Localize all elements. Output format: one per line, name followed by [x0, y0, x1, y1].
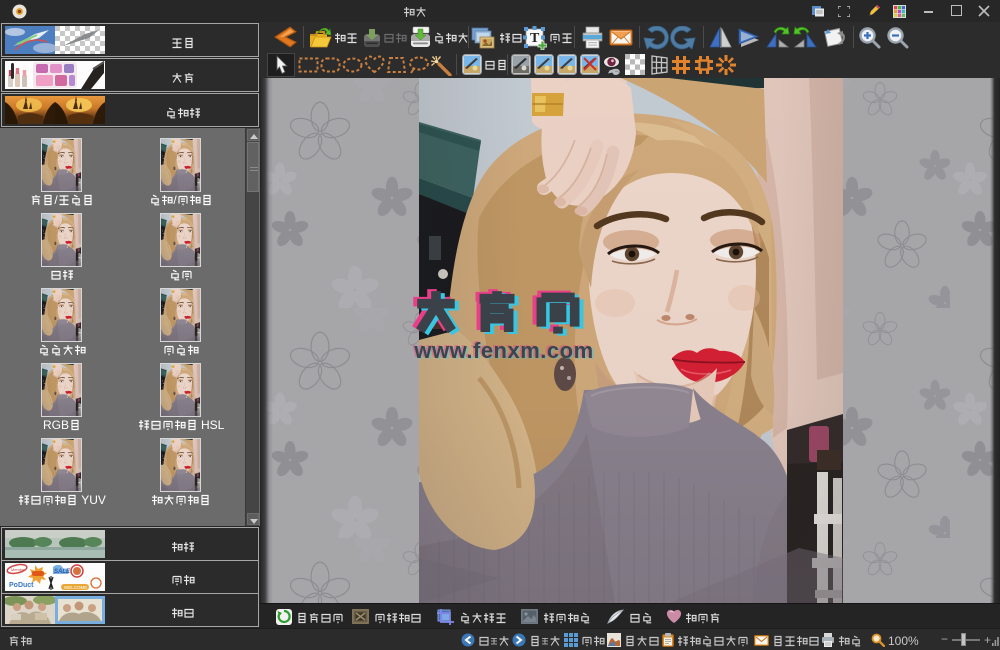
svg-text:Member: Member	[11, 567, 26, 572]
svg-text:PoDuct: PoDuct	[9, 582, 34, 589]
svg-text:SALE: SALE	[54, 569, 71, 575]
svg-text:WELCOME: WELCOME	[64, 585, 87, 590]
